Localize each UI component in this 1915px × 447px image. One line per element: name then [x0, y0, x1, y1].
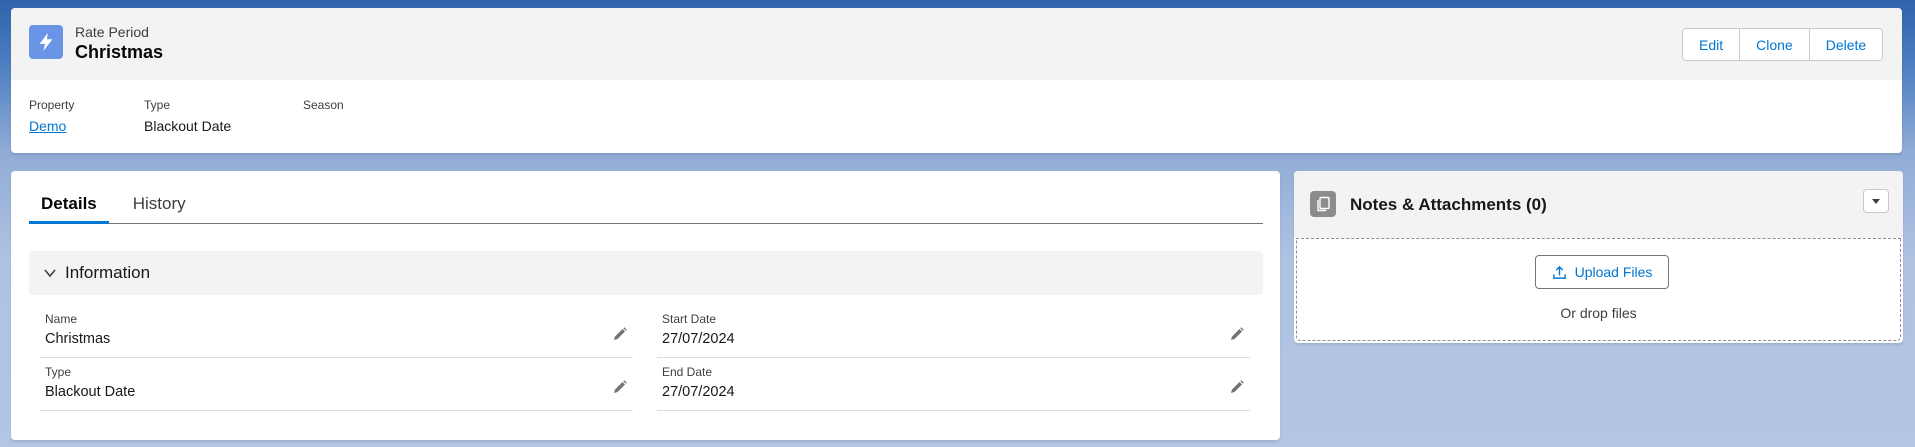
highlight-value: Blackout Date — [144, 118, 232, 134]
field-value: Christmas — [45, 331, 111, 347]
pencil-icon[interactable] — [612, 326, 628, 342]
edit-button[interactable]: Edit — [1683, 29, 1740, 60]
notes-attachments-card: Notes & Attachments (0) Upload Files Or … — [1294, 171, 1903, 343]
field-end-date: End Date 27/07/2024 — [657, 361, 1250, 411]
tab-history[interactable]: History — [121, 184, 198, 224]
highlight-label: Type — [144, 98, 171, 112]
details-card: Details History Information Name Christm… — [11, 171, 1280, 440]
record-header-top: Rate Period Christmas Edit Clone Delete — [11, 8, 1902, 80]
field-label: Name — [45, 312, 78, 326]
delete-button[interactable]: Delete — [1808, 29, 1883, 60]
field-value: 27/07/2024 — [662, 384, 735, 400]
object-label: Rate Period — [75, 24, 149, 40]
upload-icon — [1552, 265, 1566, 279]
highlight-type: Type Blackout Date — [144, 98, 231, 134]
tab-bar: Details History — [29, 184, 1263, 224]
files-icon — [1310, 191, 1336, 217]
clone-button[interactable]: Clone — [1739, 29, 1809, 60]
field-label: Type — [45, 365, 72, 379]
caret-down-icon — [1872, 199, 1880, 204]
field-value: Blackout Date — [45, 384, 136, 400]
notes-header: Notes & Attachments (0) — [1294, 171, 1903, 238]
section-title: Information — [65, 263, 151, 282]
notes-menu-button[interactable] — [1863, 189, 1889, 213]
highlight-label: Season — [303, 98, 344, 112]
highlights-panel: Property Demo Type Blackout Date Season — [11, 80, 1902, 153]
upload-files-button[interactable]: Upload Files — [1535, 255, 1669, 289]
field-name: Name Christmas — [40, 308, 633, 358]
file-dropzone[interactable]: Upload Files Or drop files — [1296, 238, 1901, 341]
record-actions: Edit Clone Delete — [1682, 28, 1884, 61]
field-label: End Date — [662, 365, 713, 379]
field-value: 27/07/2024 — [662, 331, 735, 347]
pencil-icon[interactable] — [612, 379, 628, 395]
highlight-property: Property Demo — [29, 98, 74, 134]
notes-title: Notes & Attachments (0) — [1350, 195, 1547, 214]
information-section-header[interactable]: Information — [29, 251, 1263, 295]
record-title: Christmas — [75, 42, 164, 62]
chevron-down-icon — [44, 269, 56, 278]
pencil-icon[interactable] — [1229, 326, 1245, 342]
record-header: Rate Period Christmas Edit Clone Delete … — [11, 8, 1902, 153]
highlight-label: Property — [29, 98, 75, 112]
pencil-icon[interactable] — [1229, 379, 1245, 395]
lightning-bolt-icon — [29, 25, 63, 59]
field-type: Type Blackout Date — [40, 361, 633, 411]
property-link[interactable]: Demo — [29, 118, 74, 134]
field-label: Start Date — [662, 312, 717, 326]
upload-files-label: Upload Files — [1574, 264, 1653, 280]
highlight-season: Season — [303, 98, 344, 118]
drop-files-text: Or drop files — [1560, 305, 1637, 321]
field-start-date: Start Date 27/07/2024 — [657, 308, 1250, 358]
tab-details[interactable]: Details — [29, 184, 109, 224]
